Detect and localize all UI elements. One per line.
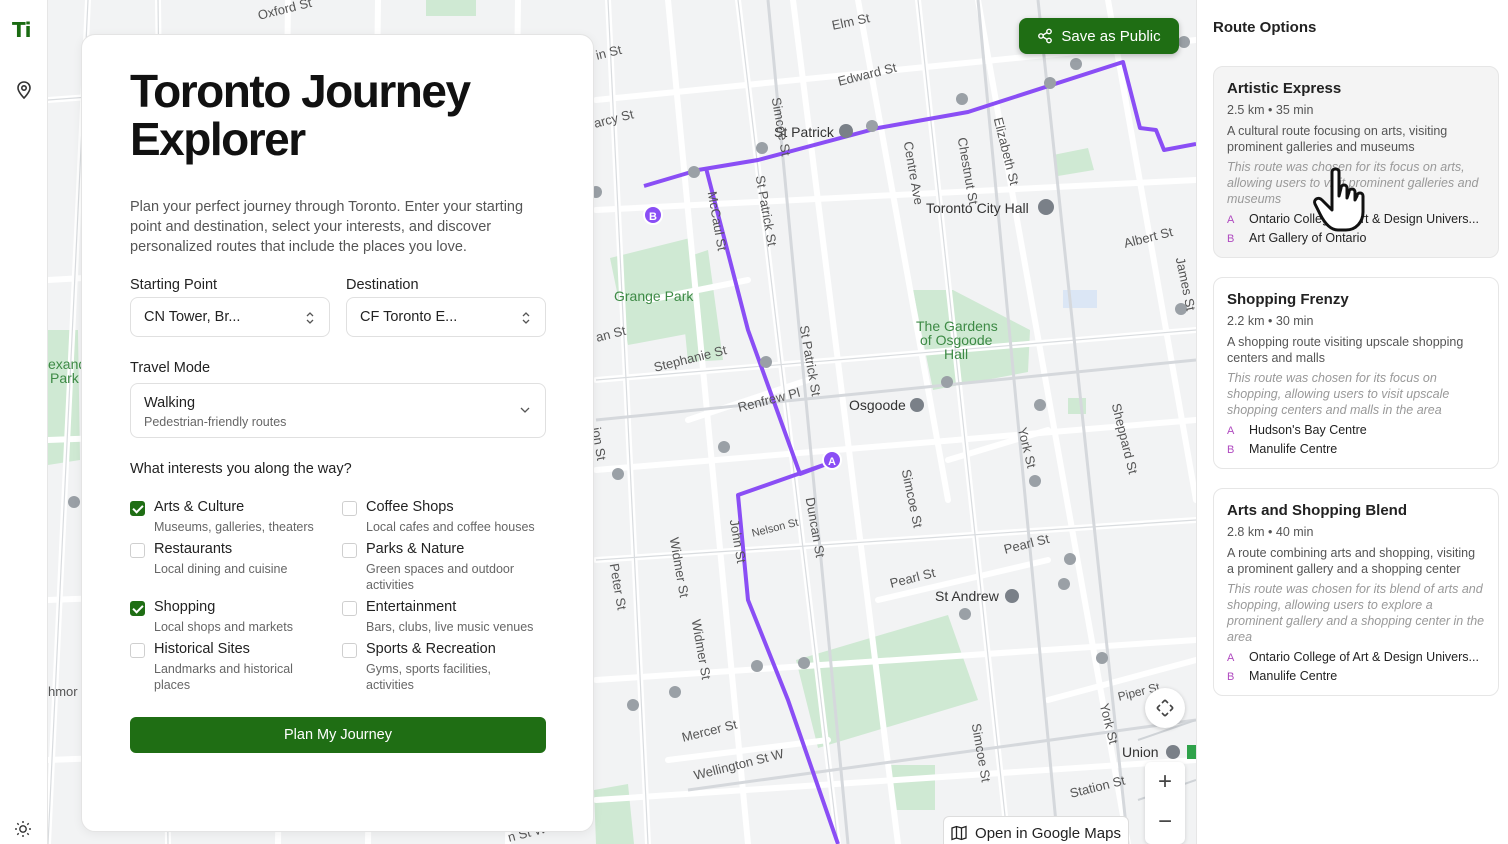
zoom-out-button[interactable]: − xyxy=(1145,802,1185,842)
city-hall-label: Toronto City Hall xyxy=(926,200,1029,216)
checkbox[interactable] xyxy=(130,601,145,616)
interest-title: Restaurants xyxy=(154,541,233,557)
app-logo[interactable]: Ti xyxy=(12,18,31,42)
zoom-controls: + − xyxy=(1145,762,1185,844)
starting-point-select[interactable]: CN Tower, Br... xyxy=(130,297,330,337)
interest-title: Arts & Culture xyxy=(154,499,245,515)
interests-heading: What interests you along the way? xyxy=(130,461,352,477)
route-name: Arts and Shopping Blend xyxy=(1227,502,1407,519)
destination-label: Destination xyxy=(346,277,419,293)
hand-cursor-icon xyxy=(1313,167,1365,232)
route-description: A cultural route focusing on arts, visit… xyxy=(1227,124,1448,154)
travel-mode-label: Travel Mode xyxy=(130,360,211,376)
union-label: Union xyxy=(1122,744,1159,760)
interest-subtitle: Local dining and cuisine xyxy=(154,562,288,576)
svg-text:A: A xyxy=(828,456,836,468)
interest-subtitle: Local shops and markets xyxy=(154,620,293,634)
journey-form-panel: Toronto Journey Explorer Plan your perfe… xyxy=(81,34,594,832)
route-description: A route combining arts and shopping, vis… xyxy=(1227,546,1476,576)
save-as-public-label: Save as Public xyxy=(1061,27,1161,45)
destination-select[interactable]: CF Toronto E... xyxy=(346,297,546,337)
route-meta: 2.8 km • 40 min xyxy=(1227,525,1314,539)
interest-title: Entertainment xyxy=(366,599,457,615)
left-rail: Ti xyxy=(0,0,48,844)
interest-subtitle: Local cafes and coffee houses xyxy=(366,520,535,534)
route-name: Artistic Express xyxy=(1227,80,1342,97)
route-meta: 2.2 km • 30 min xyxy=(1227,314,1314,328)
interest-subtitle: Gyms, sports facilities, activities xyxy=(366,662,492,692)
starting-point-label: Starting Point xyxy=(130,277,218,293)
svg-text:B: B xyxy=(649,211,657,223)
route-options-sidebar: Route Options Artistic Express 2.5 km • … xyxy=(1196,0,1508,844)
route-marker-a[interactable]: A xyxy=(822,450,842,470)
route-meta: 2.5 km • 35 min xyxy=(1227,103,1314,117)
interest-subtitle: Landmarks and historical places xyxy=(154,662,293,692)
route-stop-b: B Manulife Centre xyxy=(1227,669,1338,683)
route-reason: This route was chosen for its focus on s… xyxy=(1227,371,1450,417)
share-icon xyxy=(1038,28,1053,44)
checkbox[interactable] xyxy=(130,543,145,558)
street-label: hmor xyxy=(48,684,78,699)
checkbox[interactable] xyxy=(342,601,357,616)
location-pin-icon[interactable] xyxy=(14,80,34,100)
checkbox[interactable] xyxy=(130,643,145,658)
interest-subtitle: Green spaces and outdoor activities xyxy=(366,562,515,592)
travel-mode-select[interactable]: Walking Pedestrian-friendly routes xyxy=(130,383,546,438)
save-as-public-button[interactable]: Save as Public xyxy=(1019,18,1179,54)
park-label: Hall xyxy=(944,346,969,362)
travel-mode-subtitle: Pedestrian-friendly routes xyxy=(144,415,287,429)
page-title: Toronto Journey Explorer xyxy=(130,65,471,165)
open-in-google-maps-button[interactable]: Open in Google Maps xyxy=(943,816,1129,844)
interest-title: Shopping xyxy=(154,599,216,615)
theme-toggle-icon[interactable] xyxy=(14,820,32,838)
travel-mode-value: Walking xyxy=(144,395,196,411)
route-marker-b[interactable]: B xyxy=(643,205,663,225)
expand-icon xyxy=(1156,699,1174,717)
destination-value: CF Toronto E... xyxy=(360,309,458,325)
map-icon xyxy=(951,825,967,841)
page-description: Plan your perfect journey through Toront… xyxy=(130,199,524,255)
checkbox[interactable] xyxy=(342,501,357,516)
route-stop-a: A Ontario College of Art & Design Univers… xyxy=(1227,650,1479,664)
route-stop-b: B Manulife Centre xyxy=(1227,442,1338,456)
st-andrew-label: St Andrew xyxy=(935,588,999,604)
park-label: Grange Park xyxy=(614,288,694,304)
select-arrows-icon xyxy=(522,312,530,324)
plan-my-journey-button[interactable]: Plan My Journey xyxy=(130,717,546,753)
open-in-google-maps-label: Open in Google Maps xyxy=(975,824,1121,842)
park-label: Park xyxy=(50,370,79,386)
osgoode-label: Osgoode xyxy=(849,397,906,413)
chevron-down-icon xyxy=(520,407,530,413)
route-stop-a: A Hudson's Bay Centre xyxy=(1227,423,1367,437)
interest-subtitle: Museums, galleries, theaters xyxy=(154,520,314,534)
recenter-button[interactable] xyxy=(1145,688,1185,728)
interest-title: Historical Sites xyxy=(154,641,250,657)
route-options-title: Route Options xyxy=(1213,19,1317,36)
select-arrows-icon xyxy=(306,312,314,324)
interest-title: Parks & Nature xyxy=(366,541,465,557)
route-reason: This route was chosen for its blend of a… xyxy=(1227,582,1485,644)
route-name: Shopping Frenzy xyxy=(1227,291,1349,308)
route-card[interactable]: Arts and Shopping Blend 2.8 km • 40 min … xyxy=(1213,488,1499,696)
checkbox[interactable] xyxy=(130,501,145,516)
checkbox[interactable] xyxy=(342,643,357,658)
route-description: A shopping route visiting upscale shoppi… xyxy=(1227,335,1464,365)
interest-title: Coffee Shops xyxy=(366,499,454,515)
interest-title: Sports & Recreation xyxy=(366,641,496,657)
starting-point-value: CN Tower, Br... xyxy=(144,309,241,325)
zoom-in-button[interactable]: + xyxy=(1145,762,1185,802)
checkbox[interactable] xyxy=(342,543,357,558)
interest-subtitle: Bars, clubs, live music venues xyxy=(366,620,534,634)
route-card[interactable]: Shopping Frenzy 2.2 km • 30 min A shoppi… xyxy=(1213,277,1499,469)
